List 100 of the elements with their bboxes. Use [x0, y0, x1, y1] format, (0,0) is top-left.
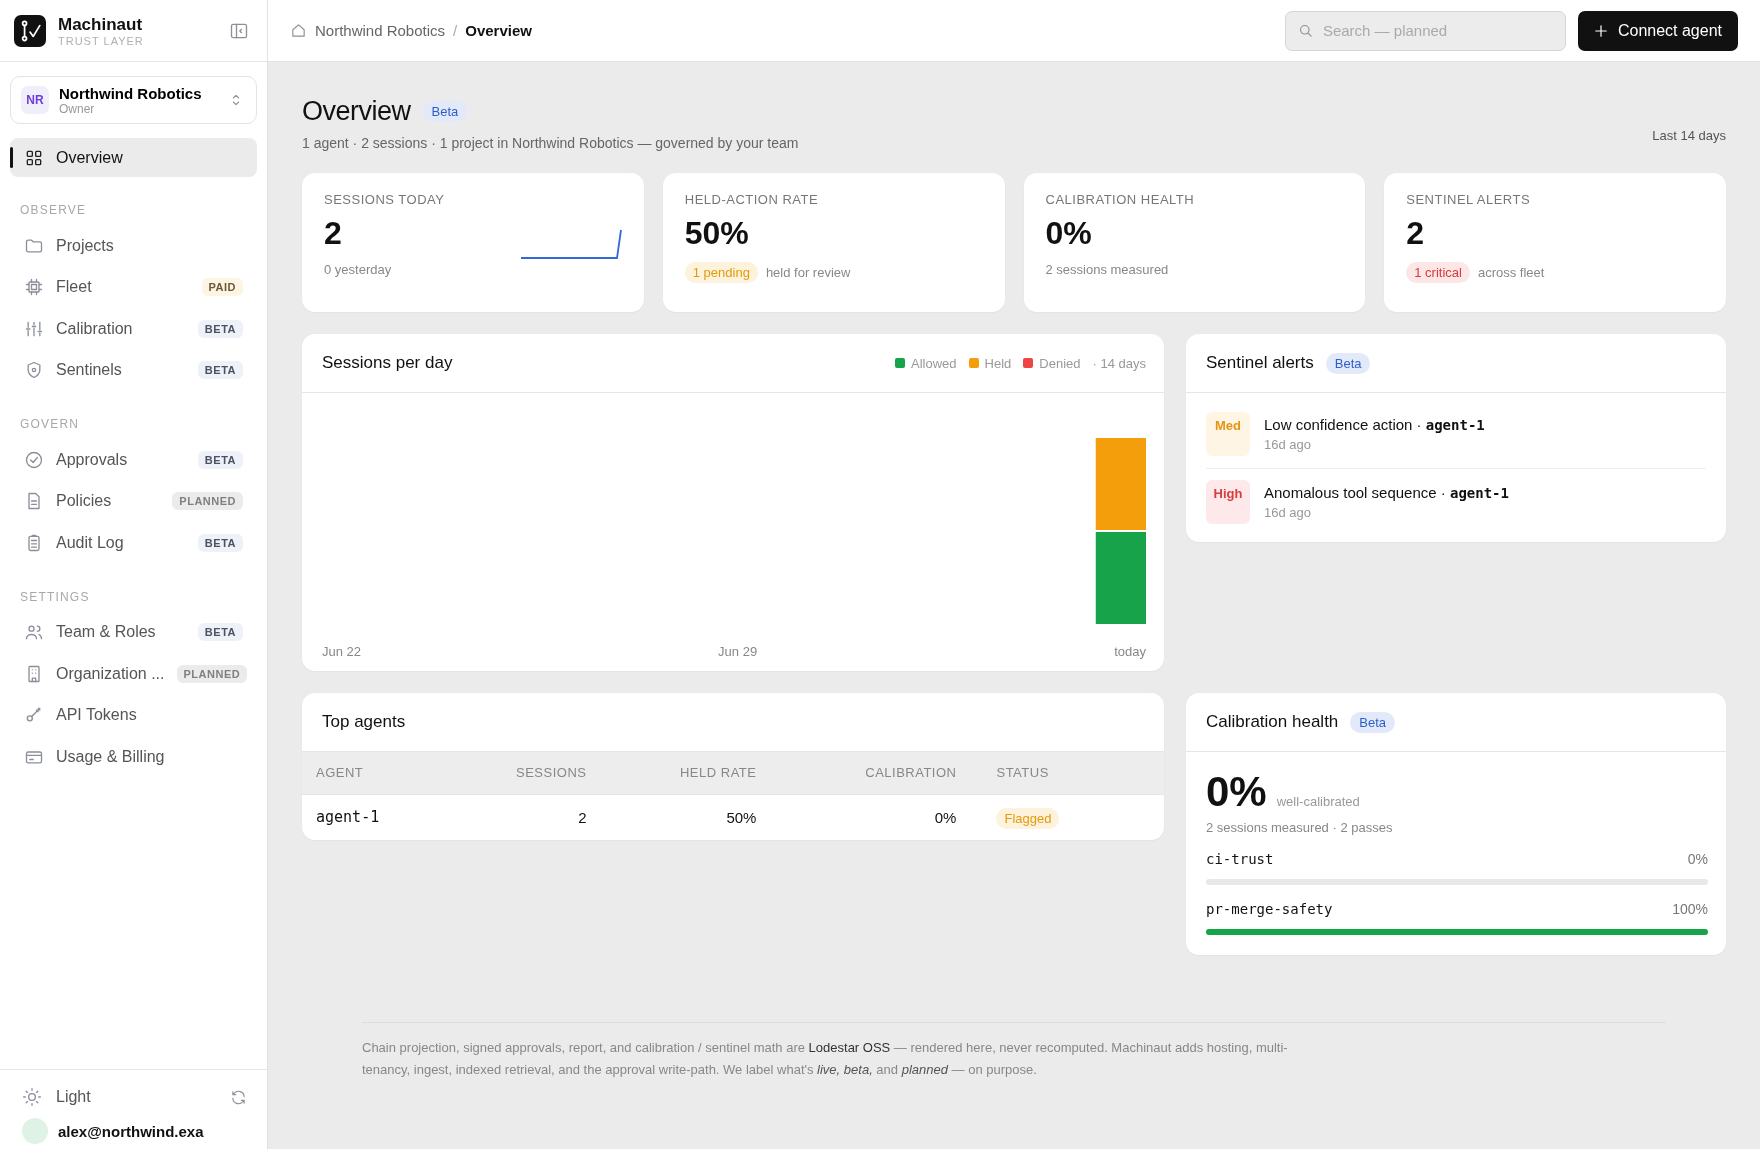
panel-title: Calibration health — [1206, 712, 1339, 732]
column-header: SESSIONS — [502, 752, 601, 794]
nav-label: API Tokens — [56, 706, 138, 725]
table-cell: 50% — [600, 794, 771, 840]
nav-item[interactable]: Sentinels BETA — [10, 349, 257, 391]
page-subtitle: 1 agent · 2 sessions · 1 project in Northwind Robotics — governed by your team — [302, 135, 799, 151]
nav-label: Policies — [56, 492, 113, 511]
user-email: alex@northwind.exa — [58, 1122, 204, 1140]
axis-label: today — [1114, 644, 1146, 659]
nav-item[interactable]: Policies PLANNED — [10, 480, 257, 522]
connect-agent-button[interactable]: Connect agent — [1577, 10, 1738, 51]
nav-badge: BETA — [197, 450, 243, 469]
nav-badge: PLANNED — [176, 664, 248, 683]
nav-item[interactable]: Fleet PAID — [10, 266, 257, 308]
organization-switcher[interactable]: NR Northwind Robotics Owner — [10, 76, 257, 124]
nav-item[interactable]: Audit Log BETA — [10, 522, 257, 564]
section-heading: SETTINGS — [19, 588, 91, 606]
alert-title: Anomalous tool sequence · agent-1 — [1264, 484, 1509, 501]
severity-badge: High — [1206, 480, 1250, 524]
nav-badge: PLANNED — [172, 492, 243, 511]
check-circle-icon — [24, 449, 44, 470]
legend-label: Denied — [1039, 355, 1081, 371]
nav-badge: BETA — [197, 361, 243, 380]
calibration-label: well-calibrated — [1276, 794, 1360, 809]
nav-item[interactable]: Calibration BETA — [10, 308, 257, 350]
kpi-note: 0 yesterday — [324, 262, 392, 277]
kpi-value: 2 — [1406, 215, 1425, 252]
nav-item[interactable]: Team & Roles BETA — [10, 611, 257, 653]
status-pill: Flagged — [996, 807, 1060, 829]
kpi-note: held for review — [765, 265, 851, 280]
status-pill: 1 critical — [1406, 262, 1470, 283]
kpi-label: CALIBRATION HEALTH — [1045, 192, 1196, 207]
nav-label: Calibration — [56, 319, 134, 338]
organization-avatar: NR — [21, 86, 49, 114]
user-avatar — [22, 1118, 48, 1144]
nav-label: Approvals — [56, 450, 129, 469]
nav-label: Sentinels — [56, 361, 123, 380]
organization-role: Owner — [59, 101, 96, 116]
nav-badge: BETA — [197, 319, 243, 338]
theme-toggle[interactable]: Light — [22, 1082, 249, 1112]
section-heading: OBSERVE — [19, 202, 88, 219]
beta-badge: Beta — [422, 101, 468, 122]
severity-badge: Med — [1206, 412, 1250, 456]
axis-label: Jun 29 — [718, 644, 758, 659]
home-icon — [290, 22, 307, 39]
column-header: AGENT — [302, 752, 502, 794]
nav-badge: BETA — [197, 533, 243, 552]
nav-label: Team & Roles — [56, 623, 157, 642]
nav-item[interactable]: API Tokens — [10, 694, 257, 736]
refresh-icon — [230, 1088, 247, 1106]
search-field[interactable]: Search — planned — [1284, 10, 1566, 51]
sun-icon — [22, 1087, 42, 1107]
nav-label: Projects — [56, 236, 115, 255]
nav-label: Audit Log — [56, 533, 125, 552]
kpi-value: 2 — [324, 215, 342, 252]
logo-icon — [14, 14, 46, 47]
meter-reading: 100% — [1672, 901, 1708, 917]
breadcrumb-separator: / — [453, 22, 458, 39]
meter-reading: 0% — [1687, 851, 1708, 867]
nav-label: Usage & Billing — [56, 747, 166, 766]
alert-title: Low confidence action · agent-1 — [1264, 416, 1485, 433]
kpi-label: HELD-ACTION RATE — [684, 192, 820, 207]
calibration-value: 0% — [1206, 768, 1267, 816]
alert-time: 16d ago — [1264, 437, 1312, 452]
page-title: Overview — [302, 96, 411, 127]
organization-name: Northwind Robotics — [59, 84, 203, 102]
nav-item[interactable]: Projects — [10, 225, 257, 267]
breadcrumb-link[interactable]: Northwind Robotics — [315, 22, 446, 39]
nav-item[interactable]: Approvals BETA — [10, 439, 257, 481]
brand-name: Machinaut — [58, 14, 144, 35]
nav-label: Organization ... — [56, 664, 165, 683]
brand-tagline: TRUST LAYER — [58, 34, 145, 47]
nav-label: Fleet — [56, 278, 93, 297]
kpi-value: 50% — [684, 215, 749, 252]
section-heading: GOVERN — [19, 416, 81, 433]
kpi-label: SENTINEL ALERTS — [1406, 192, 1532, 207]
beta-badge: Beta — [1350, 711, 1396, 733]
kpi-label: SESSIONS TODAY — [324, 192, 446, 207]
alert-time: 16d ago — [1264, 505, 1312, 520]
nav-item[interactable]: Overview — [10, 138, 257, 177]
chart-range: · 14 days — [1092, 355, 1146, 371]
table-cell: 2 — [502, 794, 601, 840]
legend-label: Allowed — [911, 355, 957, 371]
nav-badge: BETA — [197, 623, 243, 642]
breadcrumb-link[interactable]: Overview — [465, 22, 532, 39]
column-header: HELD RATE — [600, 752, 771, 794]
meter-name: ci-trust — [1206, 851, 1274, 867]
chip-icon — [24, 277, 44, 298]
nav-item[interactable]: Organization ... PLANNED — [10, 653, 257, 695]
column-header: STATUS — [970, 752, 1164, 794]
column-header: CALIBRATION — [770, 752, 971, 794]
legend-label: Held — [984, 355, 1012, 371]
table-cell: 0% — [770, 794, 971, 840]
axis-label: Jun 22 — [322, 644, 362, 659]
kpi-note: 2 sessions measured — [1045, 262, 1169, 277]
meter-name: pr-merge-safety — [1206, 901, 1333, 917]
kpi-value: 0% — [1045, 215, 1092, 252]
nav-item[interactable]: Usage & Billing — [10, 736, 257, 778]
panel-title: Top agents — [322, 712, 406, 732]
nav-badge: PAID — [201, 278, 243, 297]
